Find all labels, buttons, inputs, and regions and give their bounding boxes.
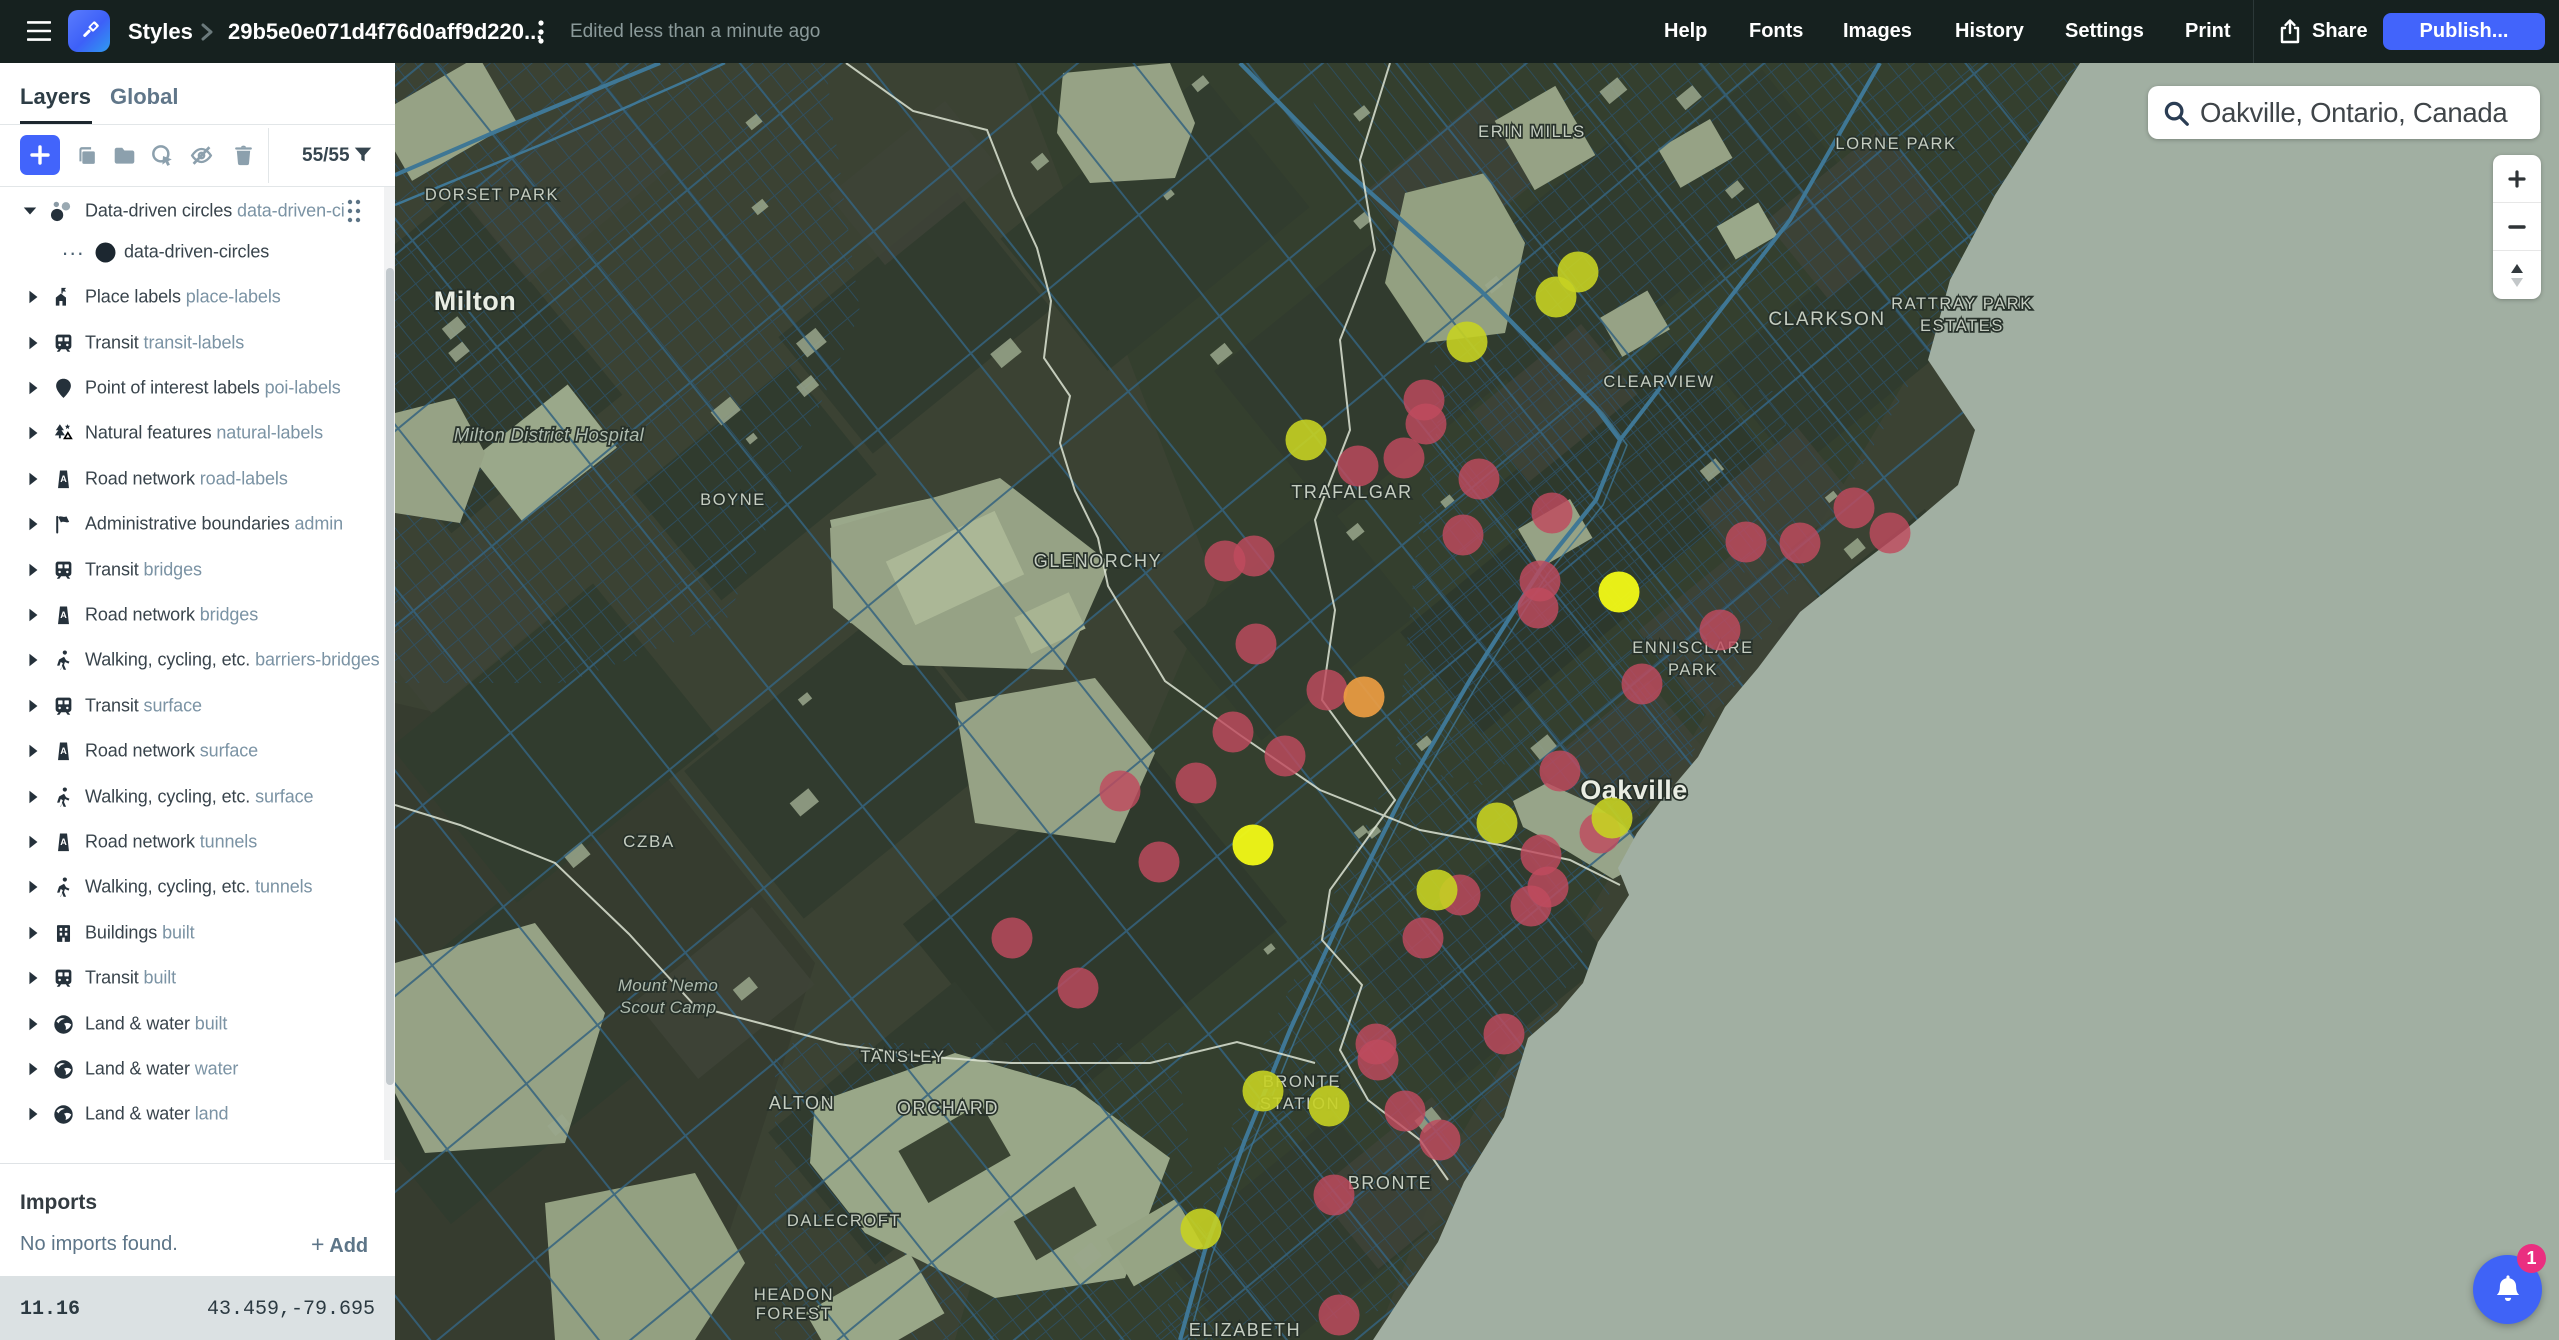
svg-text:Milton: Milton — [434, 286, 516, 316]
svg-text:LORNE PARK: LORNE PARK — [1835, 135, 1956, 153]
svg-text:ESTATES: ESTATES — [1920, 317, 2004, 335]
svg-text:CZBA: CZBA — [623, 832, 675, 851]
svg-text:GLENORCHY: GLENORCHY — [1034, 551, 1162, 571]
svg-text:RATTRAY PARK: RATTRAY PARK — [1891, 295, 2033, 313]
svg-text:Scout Camp: Scout Camp — [620, 998, 717, 1017]
svg-text:DALECROFT: DALECROFT — [787, 1212, 901, 1230]
svg-text:A: A — [60, 837, 67, 847]
svg-text:HEADON: HEADON — [754, 1286, 834, 1304]
svg-text:Mount Nemo: Mount Nemo — [618, 976, 718, 995]
svg-text:PARK: PARK — [1668, 661, 1718, 679]
svg-text:A: A — [60, 746, 67, 756]
svg-text:FOREST: FOREST — [756, 1305, 833, 1323]
svg-text:ALTON: ALTON — [769, 1093, 835, 1113]
svg-text:ORCHARD: ORCHARD — [897, 1098, 999, 1118]
svg-text:ERIN MILLS: ERIN MILLS — [1478, 123, 1586, 141]
svg-text:CLEARVIEW: CLEARVIEW — [1603, 373, 1714, 391]
svg-text:BRONTE: BRONTE — [1348, 1173, 1433, 1193]
svg-text:Milton District Hospital: Milton District Hospital — [454, 424, 645, 445]
svg-text:DORSET PARK: DORSET PARK — [425, 186, 559, 204]
svg-text:ELIZABETH: ELIZABETH — [1189, 1320, 1301, 1340]
svg-text:A: A — [60, 610, 67, 620]
svg-text:TANSLEY: TANSLEY — [860, 1048, 945, 1066]
svg-text:Oakville: Oakville — [1580, 775, 1688, 805]
svg-text:CLARKSON: CLARKSON — [1768, 309, 1885, 330]
svg-text:BOYNE: BOYNE — [700, 491, 766, 509]
svg-text:A: A — [60, 474, 67, 484]
